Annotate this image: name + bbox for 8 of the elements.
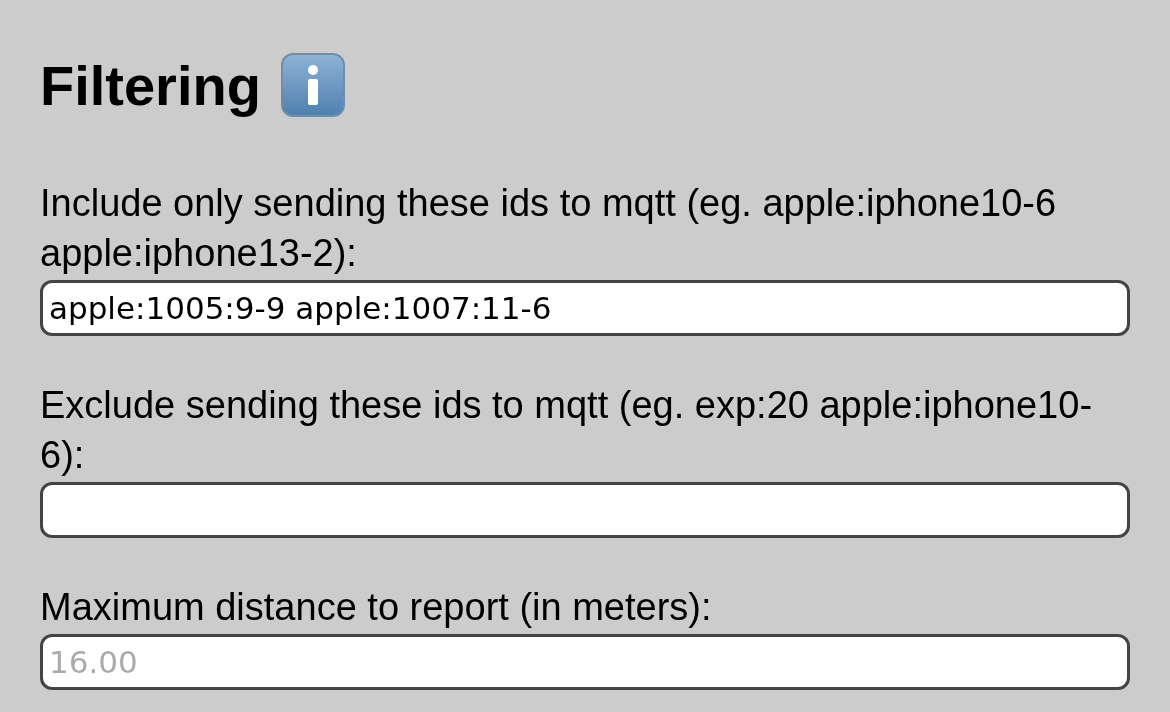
field-label: Include only sending these ids to mqtt (eg. apple:iphone10-6 apple:iphone13-2): (40, 181, 1058, 276)
field-label: Maximum distance to report (in meters): (40, 585, 713, 630)
section-heading: Filtering (40, 52, 261, 118)
input-field[interactable]: apple:1005:9-9 apple:1007:11-6 (40, 280, 1130, 336)
input-field[interactable]: 16.00 (40, 634, 1130, 690)
info-icon[interactable] (280, 53, 345, 117)
field-label: Exclude sending these ids to mqtt (eg. exp:20 apple:iphone10-6): (40, 383, 1094, 478)
input-field[interactable] (40, 482, 1130, 538)
